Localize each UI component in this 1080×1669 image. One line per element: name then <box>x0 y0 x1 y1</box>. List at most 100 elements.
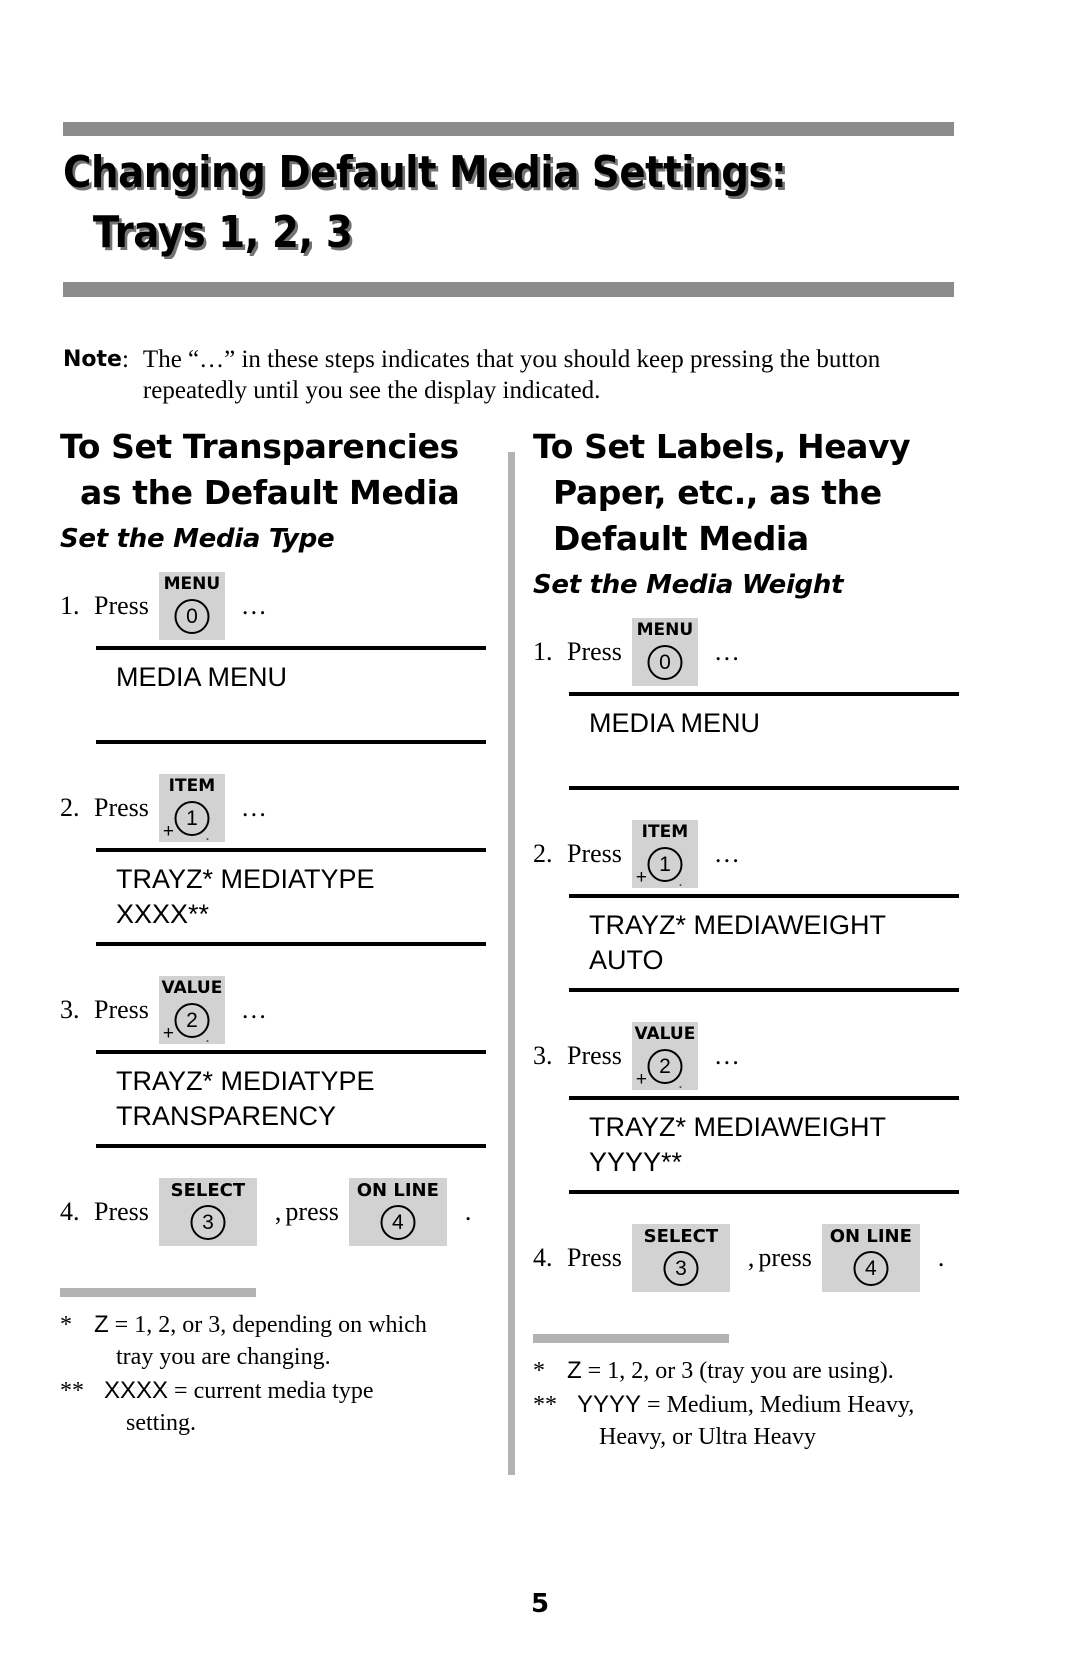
right-step-4-verb-2: press <box>758 1243 812 1272</box>
left-footnote-2-line-1: = current media type <box>168 1378 374 1404</box>
left-footnote-2: ** XXXX = current media type setting. <box>60 1375 510 1439</box>
right-display-2-line-2: AUTO <box>589 945 664 975</box>
right-display-1-line-2 <box>569 741 959 776</box>
right-step-2: 2. Press ITEM 1 + . … <box>533 820 983 890</box>
left-step-1-number: 1. <box>60 591 80 620</box>
page-title: Changing Default Media Settings: Trays 1… <box>63 143 954 263</box>
item-key-dot-icon: . <box>205 825 210 844</box>
menu-key-label: MENU <box>163 574 221 594</box>
right-column-subheading: Set the Media Weight <box>533 570 844 600</box>
right-step-1-verb: Press <box>567 637 622 666</box>
left-step-4: 4. Press SELECT 3 , press ON LINE 4 . <box>60 1178 510 1246</box>
left-step-2-number: 2. <box>60 793 80 822</box>
right-step-2-ellipsis: … <box>713 839 741 868</box>
left-footnote-2-text: XXXX = current media type setting. <box>104 1375 510 1439</box>
menu-key-circle-icon-right: 0 <box>647 645 683 680</box>
left-display-3-line-2: TRANSPARENCY <box>116 1101 337 1131</box>
right-step-4-comma: , <box>747 1243 755 1272</box>
note-colon: : <box>121 346 129 373</box>
online-key-circle-icon-right: 4 <box>853 1251 889 1286</box>
left-column-heading: To Set Transparencies as the Default Med… <box>60 424 510 516</box>
left-display-1-line-1: MEDIA MENU <box>116 662 288 692</box>
right-footnote-1-text: Z = 1, 2, or 3 (tray you are using). <box>567 1355 983 1387</box>
right-footnote-rule <box>533 1334 729 1343</box>
right-display-2: TRAYZ* MEDIAWEIGHT AUTO <box>569 894 959 992</box>
item-key-button-right[interactable]: ITEM 1 + . <box>631 820 698 890</box>
right-footnote-2-line-2: Heavy, or Ultra Heavy <box>599 1424 817 1450</box>
right-step-1-ellipsis: … <box>713 637 741 666</box>
online-key-label: ON LINE <box>356 1180 439 1201</box>
note-text-line-2: repeatedly until you see the display ind… <box>142 377 601 404</box>
item-key-button[interactable]: ITEM 1 + . <box>158 774 225 844</box>
select-key-circle-icon: 3 <box>190 1205 226 1240</box>
left-display-2-line-2: XXXX** <box>116 899 210 929</box>
right-footnote-2-text: YYYY = Medium, Medium Heavy, Heavy, or U… <box>577 1389 983 1453</box>
value-key-circle-icon-right: 2 <box>647 1049 683 1084</box>
right-step-1-number: 1. <box>533 637 553 666</box>
item-key-dot-icon-right: . <box>678 871 683 890</box>
left-display-1: MEDIA MENU <box>96 646 486 744</box>
item-key-label: ITEM <box>168 776 216 796</box>
menu-key-button-right[interactable]: MENU 0 <box>631 618 698 686</box>
right-step-4-number: 4. <box>533 1243 553 1272</box>
right-heading-line-2: Paper, etc., as the <box>553 473 882 512</box>
right-step-3-number: 3. <box>533 1041 553 1070</box>
right-footnote-block: * Z = 1, 2, or 3 (tray you are using). *… <box>533 1334 983 1453</box>
page-title-line-2: Trays 1, 2, 3 <box>92 207 353 258</box>
left-step-1-ellipsis: … <box>240 591 268 620</box>
right-display-1-line-1: MEDIA MENU <box>589 708 761 738</box>
value-key-label-right: VALUE <box>634 1024 696 1044</box>
right-footnote-1-mark: * <box>533 1358 545 1384</box>
select-key-label-right: SELECT <box>643 1226 719 1247</box>
right-step-4: 4. Press SELECT 3 , press ON LINE 4 . <box>533 1224 983 1292</box>
left-step-3-ellipsis: … <box>240 995 268 1024</box>
note-label: Note <box>63 347 122 372</box>
item-key-circle-icon-right: 1 <box>647 847 683 882</box>
value-key-circle-icon: 2 <box>174 1003 210 1038</box>
left-step-4-comma: , <box>274 1197 282 1226</box>
left-step-1: 1. Press MENU 0 … <box>60 572 510 640</box>
right-footnote-1: * Z = 1, 2, or 3 (tray you are using). <box>533 1355 983 1387</box>
right-step-3-verb: Press <box>567 1041 622 1070</box>
online-key-button[interactable]: ON LINE 4 <box>348 1178 447 1246</box>
left-footnote-1-symbol: Z <box>94 1311 109 1338</box>
page-title-line-1: Changing Default Media Settings: <box>63 147 787 198</box>
left-footnote-2-symbol: XXXX <box>104 1377 169 1404</box>
right-footnote-2: ** YYYY = Medium, Medium Heavy, Heavy, o… <box>533 1389 983 1453</box>
left-heading-line-1: To Set Transparencies <box>60 427 459 466</box>
menu-key-label-right: MENU <box>636 620 694 640</box>
menu-key-button[interactable]: MENU 0 <box>158 572 225 640</box>
right-footnote-2-mark: ** <box>533 1392 557 1418</box>
left-step-3-number: 3. <box>60 995 80 1024</box>
left-step-4-number: 4. <box>60 1197 80 1226</box>
right-step-4-verb: Press <box>567 1243 622 1272</box>
left-step-2-verb: Press <box>94 793 149 822</box>
value-key-button-right[interactable]: VALUE 2 + . <box>631 1022 698 1092</box>
left-step-3-verb: Press <box>94 995 149 1024</box>
value-key-dot-icon-right: . <box>678 1073 683 1092</box>
select-key-button-right[interactable]: SELECT 3 <box>631 1224 730 1292</box>
online-key-button-right[interactable]: ON LINE 4 <box>821 1224 920 1292</box>
right-step-4-period: . <box>937 1243 945 1272</box>
item-key-label-right: ITEM <box>641 822 689 842</box>
left-heading-line-2: as the Default Media <box>80 473 460 512</box>
left-footnote-2-mark: ** <box>60 1378 84 1404</box>
left-footnote-2-line-2: setting. <box>126 1410 196 1436</box>
left-display-2: TRAYZ* MEDIATYPE XXXX** <box>96 848 486 946</box>
left-column: To Set Transparencies as the Default Med… <box>60 424 510 1441</box>
page-number: 5 <box>530 1589 550 1619</box>
left-step-4-verb: Press <box>94 1197 149 1226</box>
right-footnote-1-line-1: = 1, 2, or 3 (tray you are using). <box>581 1358 894 1384</box>
left-footnote-1-text: Z = 1, 2, or 3, depending on which tray … <box>94 1309 510 1373</box>
value-key-button[interactable]: VALUE 2 + . <box>158 976 225 1045</box>
left-footnote-1-line-2: tray you are changing. <box>116 1344 331 1370</box>
note-text-line-1: The “…” in these steps indicates that yo… <box>142 346 881 373</box>
right-footnote-1-symbol: Z <box>567 1357 582 1384</box>
select-key-button[interactable]: SELECT 3 <box>158 1178 257 1246</box>
left-footnote-1-mark: * <box>60 1312 72 1338</box>
left-step-2: 2. Press ITEM 1 + . … <box>60 774 510 844</box>
left-footnote-rule <box>60 1288 256 1297</box>
item-key-circle-icon: 1 <box>174 801 210 836</box>
item-key-plus-icon: + <box>162 821 175 842</box>
right-column-heading: To Set Labels, Heavy Paper, etc., as the… <box>533 424 983 562</box>
